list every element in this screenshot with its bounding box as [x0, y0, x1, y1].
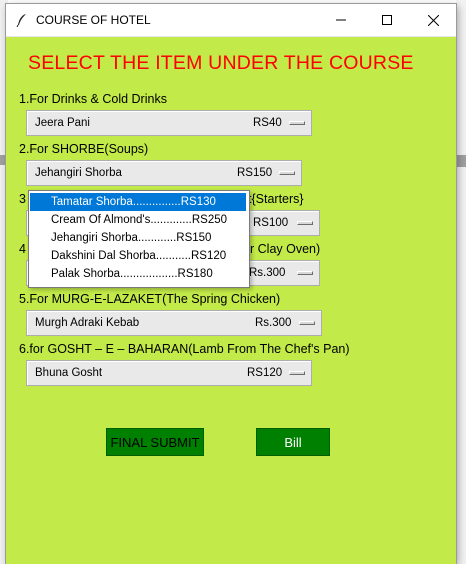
starters-section-label-prefix: 3: [19, 192, 26, 206]
combo-price: RS40: [253, 117, 282, 129]
combo-selected-item: Murgh Adraki Kebab: [35, 317, 140, 329]
minimize-icon: [336, 19, 346, 21]
page-heading: SELECT THE ITEM UNDER THE COURSE: [28, 52, 414, 74]
combo-selected-item: Jeera Pani: [35, 117, 90, 129]
bill-button[interactable]: Bill: [256, 428, 330, 456]
window-title: COURSE OF HOTEL: [36, 13, 151, 27]
spring-chicken-combobox[interactable]: Murgh Adraki Kebab Rs.300: [26, 310, 322, 336]
course-of-hotel-window: COURSE OF HOTEL SELECT THE ITEM UNDER TH…: [6, 4, 456, 564]
combo-price: RS150: [237, 167, 273, 179]
drinks-combobox[interactable]: Jeera Pani RS40: [26, 110, 312, 136]
soups-combobox[interactable]: Jehangiri Shorba RS150: [26, 160, 302, 186]
close-button[interactable]: [410, 4, 456, 36]
combo-selected-item: Bhuna Gosht: [35, 367, 103, 379]
drinks-section-label: 1.For Drinks & Cold Drinks: [19, 92, 167, 106]
feather-icon: [16, 14, 26, 27]
minimize-button[interactable]: [318, 4, 364, 36]
combo-selected-item: Jehangiri Shorba: [35, 167, 122, 179]
background-divider: [456, 155, 466, 167]
combo-price: Rs.300: [255, 317, 292, 329]
dropdown-arrow-icon[interactable]: [279, 171, 295, 175]
close-icon: [427, 14, 439, 26]
dropdown-arrow-icon[interactable]: [299, 321, 315, 325]
dropdown-option[interactable]: Dakshini Dal Shorba...........RS120: [30, 247, 246, 265]
combo-price: RS100: [253, 217, 289, 229]
final-submit-button[interactable]: FINAL SUBMIT: [106, 428, 204, 456]
combo-price: Rs.300: [249, 267, 286, 279]
clay-oven-section-label-prefix: 4: [19, 242, 26, 256]
dropdown-arrow-icon[interactable]: [289, 121, 305, 125]
lamb-combobox[interactable]: Bhuna Gosht RS120: [26, 360, 312, 386]
starters-section-label-suffix: t{Starters}: [248, 192, 304, 206]
clay-oven-section-label-suffix: r Clay Oven): [250, 242, 321, 256]
maximize-icon: [382, 15, 392, 25]
combo-price: RS120: [247, 367, 283, 379]
dropdown-arrow-icon[interactable]: [297, 271, 313, 275]
title-bar[interactable]: COURSE OF HOTEL: [6, 4, 456, 37]
dropdown-arrow-icon[interactable]: [289, 371, 305, 375]
spring-chicken-section-label: 5.For MURG-E-LAZAKET(The Spring Chicken): [19, 292, 281, 306]
dropdown-option[interactable]: Cream Of Almond's.............RS250: [30, 211, 246, 229]
dropdown-option[interactable]: Palak Shorba..................RS180: [30, 265, 246, 283]
background-window-right: [456, 0, 466, 564]
lamb-section-label: 6.for GOSHT – E – BAHARAN(Lamb From The …: [19, 342, 350, 356]
soups-section-label: 2.For SHORBE(Soups): [19, 142, 149, 156]
dropdown-option[interactable]: Jehangiri Shorba............RS150: [30, 229, 246, 247]
dropdown-arrow-icon[interactable]: [297, 221, 313, 225]
maximize-button[interactable]: [364, 4, 410, 36]
soups-dropdown-list[interactable]: Tamatar Shorba...............RS130 Cream…: [28, 190, 250, 288]
dropdown-option[interactable]: Tamatar Shorba...............RS130: [30, 193, 246, 211]
